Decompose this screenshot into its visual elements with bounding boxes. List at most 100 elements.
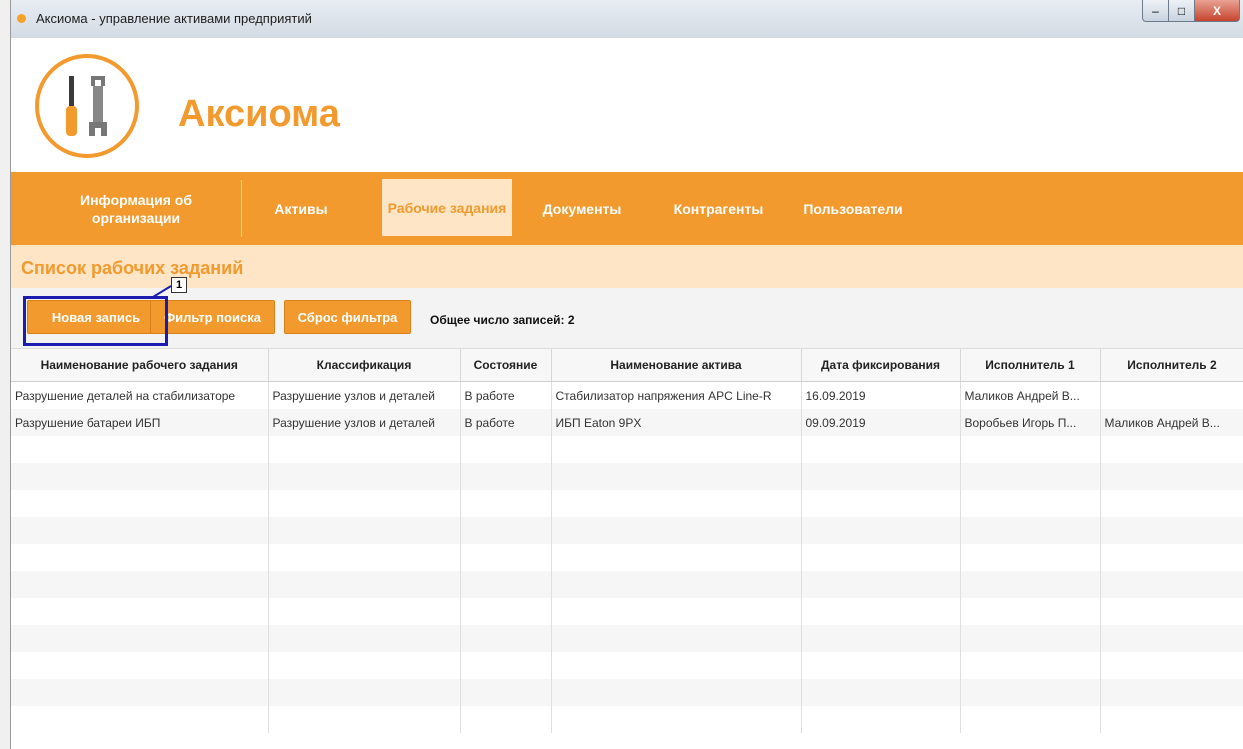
empty-cell [1100, 598, 1243, 625]
app-header: Аксиома [11, 38, 1243, 172]
table-cell: 09.09.2019 [801, 409, 961, 436]
empty-cell [268, 598, 461, 625]
empty-cell [460, 517, 552, 544]
empty-cell [801, 598, 961, 625]
empty-cell [551, 490, 802, 517]
empty-cell [960, 679, 1101, 706]
empty-cell [11, 544, 269, 571]
empty-cell [268, 706, 461, 733]
empty-table-row [11, 436, 1243, 463]
empty-cell [11, 706, 269, 733]
empty-cell [960, 544, 1101, 571]
title-bar[interactable]: Аксиома - управление активами предприяти… [11, 0, 1243, 38]
empty-cell [551, 571, 802, 598]
empty-cell [460, 571, 552, 598]
empty-table-row [11, 625, 1243, 652]
app-window: Аксиома - управление активами предприяти… [10, 0, 1243, 749]
empty-cell [801, 463, 961, 490]
reset-filter-button[interactable]: Сброс фильтра [284, 300, 411, 334]
table-cell: Стабилизатор напряжения APC Line-R [551, 381, 802, 409]
callout-line [152, 285, 172, 298]
empty-cell [268, 517, 461, 544]
empty-cell [460, 652, 552, 679]
column-header[interactable]: Наименование актива [551, 349, 802, 382]
table-cell: Разрушение батареи ИБП [11, 409, 269, 436]
empty-cell [960, 652, 1101, 679]
nav-item-assets[interactable]: Активы [261, 172, 341, 245]
empty-cell [268, 625, 461, 652]
table-cell: В работе [460, 409, 552, 436]
column-header[interactable]: Исполнитель 1 [960, 349, 1101, 382]
empty-cell [1100, 463, 1243, 490]
empty-table-row [11, 679, 1243, 706]
annotation-highlight [23, 296, 168, 346]
empty-cell [551, 679, 802, 706]
empty-cell [460, 625, 552, 652]
empty-cell [960, 625, 1101, 652]
empty-cell [460, 463, 552, 490]
empty-cell [1100, 436, 1243, 463]
empty-cell [960, 490, 1101, 517]
minimize-button[interactable]: ‒ [1142, 0, 1169, 22]
empty-cell [1100, 652, 1243, 679]
column-header[interactable]: Состояние [460, 349, 552, 382]
nav-item-contractors[interactable]: Контрагенты [661, 172, 776, 245]
app-name: Аксиома [178, 93, 340, 135]
table-cell: Воробьев Игорь П... [960, 409, 1101, 436]
table-row[interactable]: Разрушение батареи ИБП Разрушение узлов … [11, 409, 1243, 436]
empty-cell [551, 598, 802, 625]
empty-cell [801, 436, 961, 463]
empty-cell [460, 544, 552, 571]
empty-cell [11, 490, 269, 517]
empty-table-row [11, 571, 1243, 598]
empty-cell [1100, 625, 1243, 652]
nav-item-organization[interactable]: Информация об организации [41, 172, 231, 245]
empty-cell [960, 706, 1101, 733]
empty-cell [801, 544, 961, 571]
empty-cell [11, 652, 269, 679]
empty-cell [801, 571, 961, 598]
empty-cell [460, 436, 552, 463]
empty-cell [11, 598, 269, 625]
nav-item-users[interactable]: Пользователи [793, 172, 913, 245]
nav-item-documents[interactable]: Документы [532, 172, 632, 245]
tools-icon [35, 54, 139, 158]
empty-cell [551, 544, 802, 571]
column-header[interactable]: Дата фиксирования [801, 349, 961, 382]
column-header[interactable]: Наименование рабочего задания [11, 349, 269, 382]
empty-cell [268, 463, 461, 490]
logo-graphic [66, 76, 107, 136]
page-title: Список рабочих заданий [21, 258, 244, 278]
column-header[interactable]: Классификация [268, 349, 461, 382]
toolbar: Новая запись Фильтр поиска Сброс фильтра… [11, 288, 1243, 349]
empty-cell [801, 679, 961, 706]
empty-cell [551, 652, 802, 679]
empty-table-row [11, 598, 1243, 625]
empty-cell [960, 571, 1101, 598]
window-title: Аксиома - управление активами предприяти… [36, 11, 312, 26]
empty-cell [11, 625, 269, 652]
main-nav: Информация об организации Активы Рабочие… [11, 172, 1243, 245]
nav-item-work-orders[interactable]: Рабочие задания [382, 179, 512, 236]
empty-cell [551, 463, 802, 490]
empty-cell [460, 598, 552, 625]
empty-cell [11, 436, 269, 463]
empty-cell [960, 517, 1101, 544]
table-cell: В работе [460, 381, 552, 409]
table-cell: Разрушение деталей на стабилизаторе [11, 381, 269, 409]
close-button[interactable]: X [1194, 0, 1240, 22]
column-header[interactable]: Исполнитель 2 [1100, 349, 1243, 382]
empty-cell [11, 679, 269, 706]
empty-cell [960, 436, 1101, 463]
empty-cell [460, 490, 552, 517]
empty-cell [1100, 706, 1243, 733]
empty-cell [268, 652, 461, 679]
search-filter-button[interactable]: Фильтр поиска [150, 300, 275, 334]
table-row[interactable]: Разрушение деталей на стабилизаторе Разр… [11, 381, 1243, 409]
empty-cell [460, 679, 552, 706]
table-cell: Разрушение узлов и деталей [268, 409, 461, 436]
maximize-button[interactable]: □ [1168, 0, 1195, 22]
empty-cell [801, 652, 961, 679]
table-cell: Маликов Андрей В... [1100, 409, 1243, 436]
empty-cell [11, 463, 269, 490]
